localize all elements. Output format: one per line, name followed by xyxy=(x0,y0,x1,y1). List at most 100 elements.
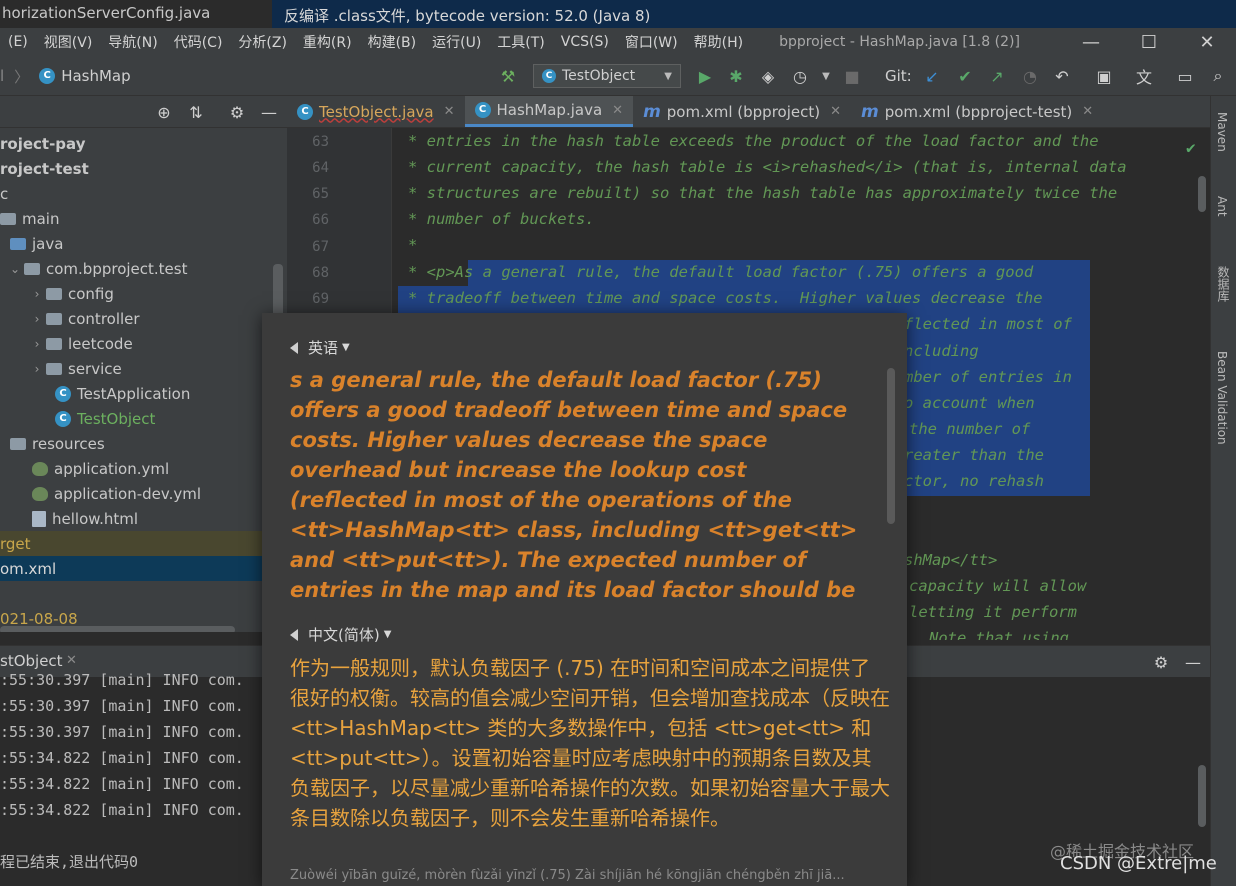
tree-item-label: 021-08-08 xyxy=(0,609,78,628)
chevron-right-icon[interactable]: › xyxy=(28,362,46,376)
line-number: 69 xyxy=(312,291,329,307)
menu-run[interactable]: 运行(U) xyxy=(424,32,489,52)
build-hammer-icon[interactable]: ⚒ xyxy=(498,66,518,86)
close-tab-icon[interactable]: ✕ xyxy=(830,104,841,119)
menu-refactor[interactable]: 重构(R) xyxy=(295,32,360,52)
code-line: o account when xyxy=(904,394,1035,412)
gear-icon[interactable]: ⚙ xyxy=(1151,652,1171,672)
locate-icon[interactable]: ⊕ xyxy=(154,102,174,122)
inspection-ok-icon: ✔ xyxy=(1186,138,1196,157)
git-rollback-icon[interactable]: ↶ xyxy=(1052,66,1072,86)
tree-item[interactable]: hellow.html xyxy=(0,506,287,531)
menu-tools[interactable]: 工具(T) xyxy=(489,32,552,52)
target-language-label: 中文(简体) xyxy=(308,626,380,644)
editor-scrollbar[interactable] xyxy=(1198,176,1206,212)
source-scrollbar[interactable] xyxy=(887,368,895,524)
close-run-tab-icon[interactable]: ✕ xyxy=(66,653,77,668)
run-icon[interactable]: ▶ xyxy=(695,66,715,86)
menu-vcs[interactable]: VCS(S) xyxy=(553,34,617,50)
tool-ant[interactable]: Ant xyxy=(1215,196,1229,217)
chevron-right-icon[interactable]: › xyxy=(28,312,46,326)
source-text: s a general rule, the default load facto… xyxy=(290,368,858,602)
chevron-right-icon[interactable]: › xyxy=(28,337,46,351)
tree-item[interactable]: ⌄ com.bpproject.test xyxy=(0,256,287,281)
tree-item[interactable]: › config xyxy=(0,281,287,306)
menu-window[interactable]: 窗口(W) xyxy=(617,32,686,52)
window-title-right: 反编译 .class文件, bytecode version: 52.0 (Ja… xyxy=(272,0,1236,28)
hide-panel-icon[interactable]: — xyxy=(1183,652,1203,672)
tree-item[interactable]: c xyxy=(0,181,287,206)
menu-help[interactable]: 帮助(H) xyxy=(686,32,751,52)
menu-edit[interactable]: (E) xyxy=(0,34,36,50)
tree-item[interactable]: roject-test xyxy=(0,156,287,181)
terminal-icon[interactable]: ▭ xyxy=(1175,66,1195,86)
tree-item[interactable]: C TestObject xyxy=(0,406,287,431)
git-push-icon[interactable]: ↗ xyxy=(987,66,1007,86)
tree-item[interactable]: roject-pay xyxy=(0,131,287,156)
tree-item[interactable]: resources xyxy=(0,431,287,456)
speaker-icon[interactable] xyxy=(290,628,298,641)
search-icon[interactable]: ⌕ xyxy=(1208,66,1228,86)
maximize-icon[interactable]: ☐ xyxy=(1120,28,1178,56)
chevron-right-icon[interactable]: › xyxy=(28,287,46,301)
close-tab-icon[interactable]: ✕ xyxy=(1082,104,1093,119)
run-tab-label[interactable]: stObject xyxy=(0,652,63,670)
tab-pom-bpproject-test[interactable]: m pom.xml (bpproject-test) ✕ xyxy=(851,96,1103,127)
tree-item[interactable]: C TestApplication xyxy=(0,381,287,406)
tree-item-label: TestObject xyxy=(77,409,156,428)
menu-navigate[interactable]: 导航(N) xyxy=(100,32,165,52)
tree-item[interactable]: java xyxy=(0,231,287,256)
tree-item[interactable]: › service xyxy=(0,356,287,381)
line-number: 68 xyxy=(312,265,329,281)
profile-icon[interactable]: ◷ xyxy=(790,66,810,86)
tab-testobject[interactable]: C TestObject.java ✕ xyxy=(287,96,465,127)
menu-build[interactable]: 构建(B) xyxy=(360,32,425,52)
close-icon[interactable]: ✕ xyxy=(1178,28,1236,56)
menu-analyze[interactable]: 分析(Z) xyxy=(230,32,295,52)
gear-icon[interactable]: ⚙ xyxy=(227,102,247,122)
tree-item[interactable]: › controller xyxy=(0,306,287,331)
tree-item[interactable]: application-dev.yml xyxy=(0,481,287,506)
chevron-down-icon[interactable]: ⌄ xyxy=(6,262,24,276)
menu-code[interactable]: 代码(C) xyxy=(166,32,231,52)
tool-maven[interactable]: Maven xyxy=(1215,112,1229,152)
tree-item-selected[interactable]: om.xml xyxy=(0,556,287,581)
log-line: :55:30.397 [main] INFO com. xyxy=(0,723,244,741)
class-icon: C xyxy=(474,102,491,118)
tree-item[interactable]: › leetcode xyxy=(0,331,287,356)
source-language-selector[interactable]: 英语 ▼ xyxy=(290,337,350,358)
run-config-dropdown[interactable]: C TestObject ▼ xyxy=(533,64,681,88)
tab-hashmap[interactable]: C HashMap.java ✕ xyxy=(464,96,634,127)
tree-horizontal-scrollbar[interactable] xyxy=(0,626,235,632)
git-update-icon[interactable]: ↙ xyxy=(922,66,942,86)
target-language-selector[interactable]: 中文(简体) ▼ xyxy=(290,624,391,645)
breadcrumb-hashmap[interactable]: HashMap xyxy=(61,67,130,85)
minimize-icon[interactable]: — xyxy=(1062,28,1120,56)
speaker-icon[interactable] xyxy=(290,341,298,354)
source-language-label: 英语 xyxy=(308,339,339,357)
yaml-file-icon xyxy=(32,461,48,476)
debug-bug-icon[interactable]: ✱ xyxy=(726,66,746,86)
hide-panel-icon[interactable]: — xyxy=(259,102,279,122)
tree-item[interactable]: application.yml xyxy=(0,456,287,481)
close-tab-icon[interactable]: ✕ xyxy=(444,104,455,119)
log-line: :55:34.822 [main] INFO com. xyxy=(0,775,244,793)
tab-pom-bpproject[interactable]: m pom.xml (bpproject) ✕ xyxy=(633,96,851,127)
stop-icon[interactable]: ■ xyxy=(842,66,862,86)
tree-item[interactable]: main xyxy=(0,206,287,231)
console-scrollbar[interactable] xyxy=(1198,765,1206,827)
git-history-icon[interactable]: ◔ xyxy=(1020,66,1040,86)
translation-popup: 英语 ▼ s a general rule, the default load … xyxy=(262,313,907,886)
close-tab-icon[interactable]: ✕ xyxy=(612,103,623,118)
collapse-all-icon[interactable]: ⇅ xyxy=(186,102,206,122)
menu-view[interactable]: 视图(V) xyxy=(36,32,101,52)
profile-dropdown-icon[interactable]: ▼ xyxy=(816,66,836,86)
tool-database[interactable]: 数据库 xyxy=(1215,266,1232,302)
translate-icon[interactable]: 文 xyxy=(1134,66,1154,87)
coverage-shield-icon[interactable]: ◈ xyxy=(758,66,778,86)
tree-item[interactable]: rget xyxy=(0,531,287,556)
project-structure-icon[interactable]: ▣ xyxy=(1094,66,1114,86)
tool-bean-validation[interactable]: Bean Validation xyxy=(1215,351,1229,445)
code-line: letting it perform xyxy=(909,603,1077,621)
git-commit-icon[interactable]: ✔ xyxy=(955,66,975,86)
